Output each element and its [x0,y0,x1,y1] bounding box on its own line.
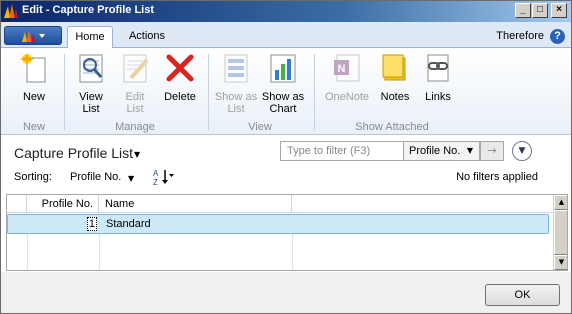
sort-field-select[interactable]: Profile No. [70,171,121,183]
notes-label: Notes [380,91,410,103]
onenote-icon: N [334,54,360,82]
tab-home[interactable]: Home [67,26,113,48]
new-label: New [22,91,45,103]
show-as-chart-label: Show as Chart [261,91,305,115]
apply-filter-button[interactable]: → [480,141,504,161]
links-label: Links [425,91,451,103]
new-button[interactable]: New [14,52,54,103]
filter-placeholder: Type to filter (F3) [287,145,371,157]
therefore-label: Therefore [496,30,544,42]
filter-field-select[interactable]: Profile No. ▼ [403,141,480,161]
row-selector[interactable] [8,215,28,233]
group-label-manage: Manage [115,121,155,133]
view-list-icon [79,54,103,83]
sort-direction-icon[interactable]: A Z [152,167,176,187]
new-icon [20,52,46,83]
links-button[interactable]: Links [420,52,456,103]
edit-list-button[interactable]: Edit List [116,52,154,115]
notes-button[interactable]: Notes [376,52,414,103]
filter-status: No filters applied [456,171,538,183]
ribbon: New View List Edit List Delete Manage Ne… [0,48,572,135]
column-header-empty [292,195,553,213]
show-as-list-button[interactable]: Show as List [214,52,258,115]
column-header-profile-no[interactable]: Profile No. [27,195,99,213]
application-menu-button[interactable] [4,26,62,45]
column-divider [292,234,293,270]
data-grid: Profile No. Name 1 Standard ▲ ▼ [6,194,568,271]
group-separator [208,54,209,130]
svg-text:A: A [153,169,159,178]
show-as-chart-button[interactable]: Show as Chart [260,52,306,115]
onenote-button[interactable]: N OneNote [322,52,372,103]
help-icon[interactable]: ? [550,29,565,44]
delete-icon [166,54,194,82]
edit-list-label: Edit List [125,91,145,115]
filter-input[interactable]: Type to filter (F3) [280,141,404,161]
app-menu-icon [22,30,45,42]
scroll-down-icon[interactable]: ▼ [554,255,567,270]
expand-icon[interactable]: ▼ [512,141,532,161]
group-separator [64,54,65,130]
minimize-button[interactable]: _ [515,3,531,18]
page-title[interactable]: Capture Profile List [14,145,133,161]
column-divider [99,234,100,270]
maximize-button[interactable]: □ [532,3,548,18]
cell-profile-no[interactable]: 1 [28,215,100,233]
show-as-chart-icon [270,54,296,83]
edit-list-icon [123,54,149,83]
filter-field-value: Profile No. [409,145,461,157]
group-label-show-attached: Show Attached [355,121,429,133]
sorting-label: Sorting: [14,171,52,183]
vertical-scrollbar[interactable]: ▲ ▼ [553,195,567,270]
svg-text:N: N [338,63,346,75]
group-label-new: New [22,121,45,133]
selector-column-header [7,195,27,213]
tab-actions[interactable]: Actions [118,26,176,48]
table-row[interactable]: 1 Standard [7,214,549,234]
list-header: Capture Profile List ▼ Type to filter (F… [0,136,572,194]
scroll-thumb[interactable] [554,210,567,255]
title-bar: Edit - Capture Profile List _ □ × [0,0,572,22]
chevron-down-icon: ▼ [466,146,473,155]
show-as-list-label: Show as List [214,91,258,115]
onenote-label: OneNote [324,91,370,103]
cell-name[interactable]: Standard [100,215,293,233]
cell-profile-no-value: 1 [86,217,97,231]
view-list-label: View List [79,91,103,115]
svg-text:Z: Z [153,178,158,187]
grid-header: Profile No. Name [7,195,553,213]
dialog-footer: OK [0,272,572,314]
window-title: Edit - Capture Profile List [22,4,155,16]
column-header-name[interactable]: Name [99,195,292,213]
column-divider [27,234,28,270]
links-icon [427,54,449,82]
ok-button[interactable]: OK [485,284,560,306]
group-label-view: View [248,121,272,133]
title-dropdown-icon[interactable]: ▼ [134,150,140,159]
close-button[interactable]: × [551,3,567,18]
chevron-down-icon[interactable]: ▼ [128,174,134,183]
scroll-up-icon[interactable]: ▲ [554,195,567,210]
delete-label: Delete [164,91,196,103]
group-separator [314,54,315,130]
delete-button[interactable]: Delete [160,52,200,103]
ribbon-tab-row: Home Actions Therefore ? [0,22,572,48]
app-logo-icon [4,4,18,18]
show-as-list-icon [224,54,248,83]
view-list-button[interactable]: View List [70,52,112,115]
notes-icon [382,54,406,81]
